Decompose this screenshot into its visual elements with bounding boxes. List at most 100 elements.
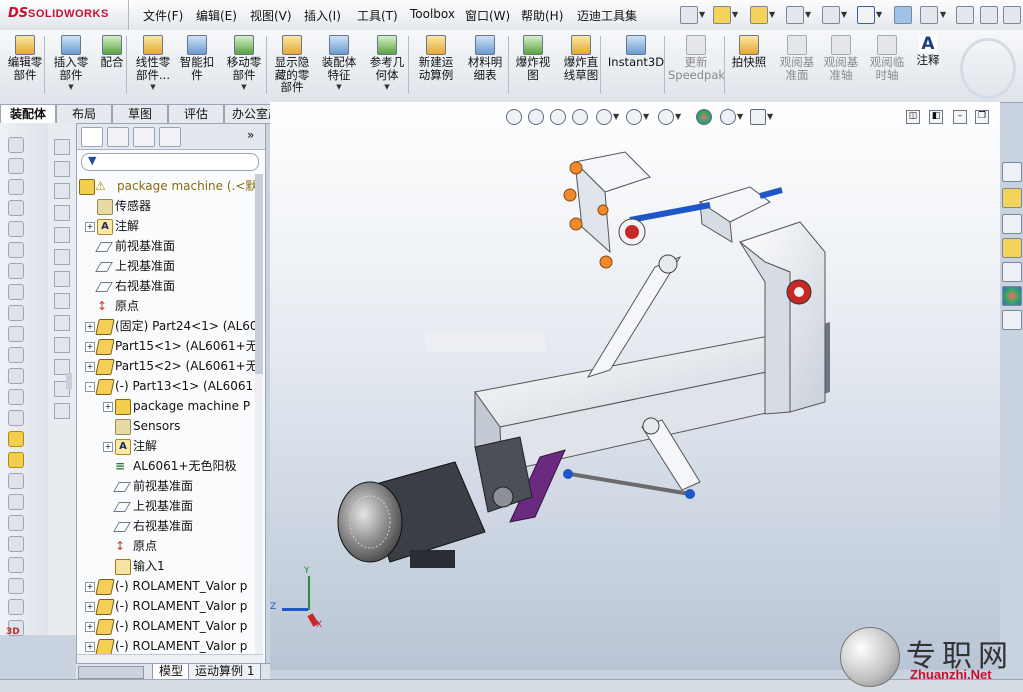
expand-plus-icon[interactable]: +: [85, 622, 95, 632]
tree-scrollbar[interactable]: [255, 174, 263, 654]
hidden-lines-icon[interactable]: [8, 179, 24, 195]
display-manager-tab-icon[interactable]: [159, 127, 181, 147]
cameras-icon[interactable]: [8, 578, 24, 594]
cmd-instant3d[interactable]: Instant3D: [606, 32, 666, 98]
sketch-tool-4-icon[interactable]: [54, 227, 70, 243]
appearances-icon[interactable]: [1002, 286, 1022, 306]
expand-plus-icon[interactable]: +: [85, 322, 95, 332]
cmd-bom[interactable]: 材料明 细表: [460, 32, 510, 98]
tab-3[interactable]: 评估: [168, 104, 224, 123]
expand-plus-icon[interactable]: +: [103, 402, 113, 412]
sketch-tool-7-icon[interactable]: [54, 293, 70, 309]
chevron-down-icon[interactable]: ▼: [876, 10, 882, 19]
expand-plus-icon[interactable]: +: [103, 442, 113, 452]
tree-scrollbar-thumb[interactable]: [255, 174, 263, 374]
cmd-view-temp-axes[interactable]: 观阅临 时轴: [864, 32, 910, 98]
solidworks-logo[interactable]: DS SOLIDWORKS: [0, 0, 129, 30]
mates-icon[interactable]: [8, 368, 24, 384]
new-document-icon[interactable]: [680, 6, 698, 24]
sketch-tool-12-icon[interactable]: [54, 403, 70, 419]
appearance-icon[interactable]: [8, 389, 24, 405]
home-icon[interactable]: [1002, 188, 1022, 208]
file-explorer-icon[interactable]: [1002, 238, 1022, 258]
menu-item-1[interactable]: 编辑(E): [196, 7, 237, 24]
expand-plus-icon[interactable]: +: [85, 602, 95, 612]
print-icon[interactable]: [786, 6, 804, 24]
edges-icon[interactable]: [8, 452, 24, 468]
help-icon[interactable]: [920, 6, 938, 24]
tab-scroll-arrows[interactable]: [78, 666, 144, 679]
perspective-icon[interactable]: [8, 494, 24, 510]
expand-plus-icon[interactable]: +: [85, 362, 95, 372]
menu-item-4[interactable]: 工具(T): [357, 7, 398, 24]
chevron-down-icon[interactable]: ▼: [805, 10, 811, 19]
bottom-tab-1[interactable]: 运动算例 1: [188, 664, 262, 680]
measure-icon[interactable]: [8, 284, 24, 300]
configuration-manager-tab-icon[interactable]: [133, 127, 155, 147]
zoom-icon[interactable]: [8, 221, 24, 237]
sketch-tool-2-icon[interactable]: [54, 183, 70, 199]
bottom-tab-0[interactable]: 模型: [152, 664, 191, 680]
graphics-viewport[interactable]: ▼ ▼ ▼ ▼ ▼ ◫ ◧ – ❐ Y Z X: [270, 102, 1000, 670]
close-window-icon[interactable]: [1003, 6, 1021, 24]
chevron-down-icon[interactable]: ▼: [732, 10, 738, 19]
tree-filter-input[interactable]: ▼: [81, 153, 259, 171]
rebuild-icon[interactable]: [8, 536, 24, 552]
sketch-tool-3-icon[interactable]: [54, 205, 70, 221]
hidden-icon[interactable]: [8, 473, 24, 489]
sketch-tool-8-icon[interactable]: [54, 315, 70, 331]
lights-icon[interactable]: [8, 599, 24, 615]
design-library-icon[interactable]: [1002, 214, 1022, 234]
expand-plus-icon[interactable]: +: [85, 642, 95, 652]
tab-0[interactable]: 装配体: [0, 104, 56, 123]
wireframe-icon[interactable]: [8, 431, 24, 447]
custom-properties-icon[interactable]: [1002, 310, 1022, 330]
tab-2[interactable]: 草图: [112, 104, 168, 123]
menu-item-5[interactable]: Toolbox: [410, 7, 455, 21]
sketch-tool-6-icon[interactable]: [54, 271, 70, 287]
cmd-new-motion-study[interactable]: 新建运 动算例: [412, 32, 460, 98]
chevron-down-icon[interactable]: ▼: [841, 10, 847, 19]
property-manager-tab-icon[interactable]: [107, 127, 129, 147]
shadows-icon[interactable]: [8, 515, 24, 531]
menu-item-0[interactable]: 文件(F): [143, 7, 183, 24]
expand-plus-icon[interactable]: +: [85, 342, 95, 352]
expand-plus-icon[interactable]: +: [85, 222, 95, 232]
collapse-panel-icon[interactable]: [66, 373, 72, 389]
filter-funnel-icon[interactable]: ▼: [88, 154, 96, 167]
shaded-icon[interactable]: [8, 410, 24, 426]
move-icon[interactable]: [8, 305, 24, 321]
open-folder-icon[interactable]: [713, 6, 731, 24]
cmd-insert-component[interactable]: 插入零 部件 ▼: [48, 32, 94, 98]
save-warning-icon[interactable]: [750, 6, 768, 24]
cmd-smart-fasteners[interactable]: 智能扣件: [175, 32, 219, 98]
cmd-show-hidden[interactable]: 显示隐 藏的零 部件: [268, 32, 316, 98]
sketch-icon[interactable]: [8, 326, 24, 342]
minimize-window-icon[interactable]: [956, 6, 974, 24]
3d-icon[interactable]: 3D: [6, 627, 20, 637]
expand-panel-icon[interactable]: »: [247, 128, 254, 142]
sketch-tool-0-icon[interactable]: [54, 139, 70, 155]
sketch-tool-5-icon[interactable]: [54, 249, 70, 265]
assembly-model[interactable]: [270, 102, 1000, 670]
menu-item-2[interactable]: 视图(V): [250, 7, 292, 24]
tab-1[interactable]: 布局: [56, 104, 112, 123]
cmd-update-speedpak[interactable]: 更新 Speedpak: [668, 32, 725, 98]
chevron-down-icon[interactable]: ▼: [940, 10, 946, 19]
menu-item-6[interactable]: 窗口(W): [465, 7, 510, 24]
menu-item-8[interactable]: 迈迪工具集: [577, 7, 637, 24]
section-icon[interactable]: [8, 200, 24, 216]
feature-tree-tab-icon[interactable]: [81, 127, 103, 147]
cmd-linear-pattern[interactable]: 线性零 部件... ▼: [130, 32, 176, 98]
menu-item-7[interactable]: 帮助(H): [521, 7, 563, 24]
rebuild-traffic-light-icon[interactable]: [894, 6, 912, 24]
select-cursor-icon[interactable]: [857, 6, 875, 24]
cmd-take-snapshot[interactable]: 拍快照: [727, 32, 771, 98]
cmd-annotation[interactable]: A 注释: [910, 32, 946, 98]
cmd-explode-line-sketch[interactable]: 爆炸直 线草图: [556, 32, 606, 98]
rotate-icon[interactable]: [8, 242, 24, 258]
pan-icon[interactable]: [8, 263, 24, 279]
menu-item-3[interactable]: 插入(I): [304, 7, 341, 24]
options-icon[interactable]: [8, 557, 24, 573]
cmd-mate[interactable]: 配合: [94, 32, 130, 98]
